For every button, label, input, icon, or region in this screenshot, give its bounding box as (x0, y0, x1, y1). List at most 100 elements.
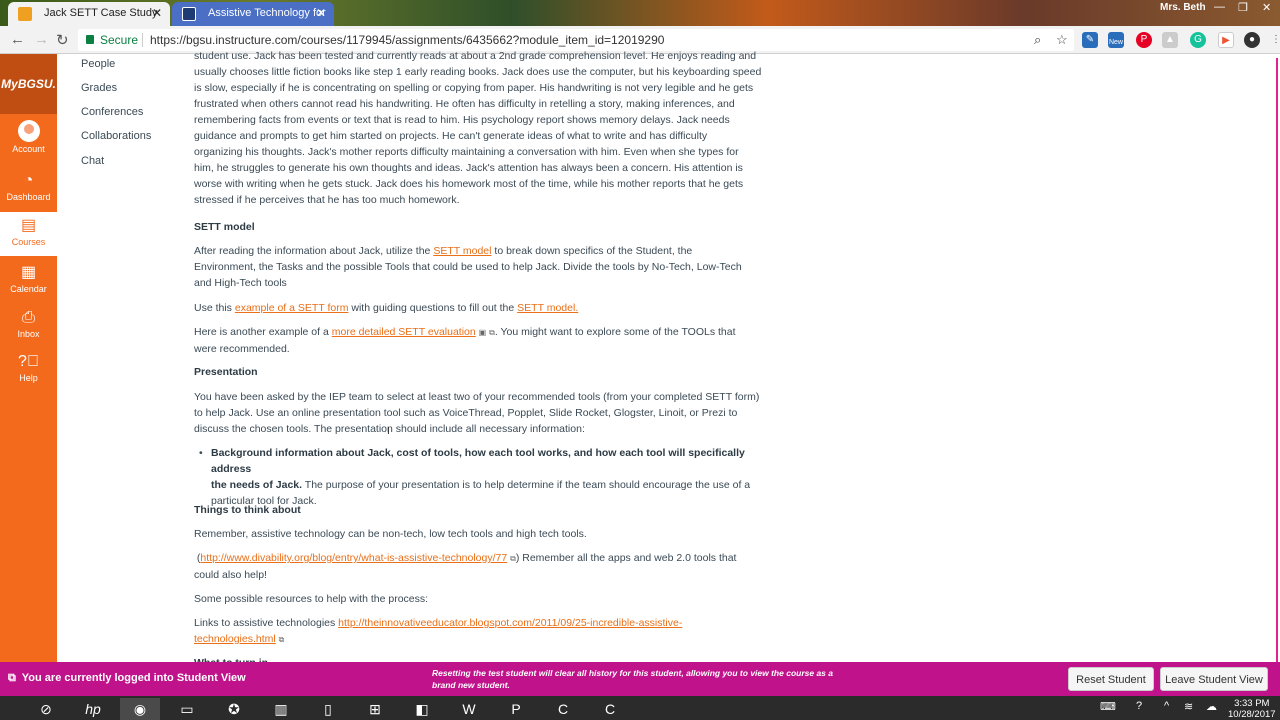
preview-document-icon[interactable]: ▣ (479, 328, 487, 337)
student-view-message: ⧉ You are currently logged into Student … (8, 672, 246, 685)
maximize-icon[interactable]: ❐ (1238, 1, 1248, 14)
divability-link[interactable]: http://www.divability.org/blog/entry/wha… (200, 552, 507, 564)
clock-time: 3:33 PM (1234, 698, 1270, 709)
onedrive-icon[interactable]: ☁ (1206, 700, 1217, 713)
minimize-icon[interactable]: — (1214, 1, 1225, 13)
hp-icon[interactable]: hp (73, 698, 113, 720)
text-line: remembering facts from events or text th… (194, 114, 730, 126)
keyboard-icon[interactable]: ⌨ (1100, 700, 1116, 713)
things-paragraph-1: Remember, assistive technology can be no… (194, 528, 587, 540)
links-paragraph: Links to assistive technologies http://t… (194, 615, 768, 648)
reset-note: Resetting the test student will clear al… (432, 668, 833, 690)
app-icon[interactable]: ✪ (214, 698, 254, 720)
close-tab-icon[interactable]: ✕ (152, 2, 162, 24)
drive-icon[interactable]: ▲ (1162, 32, 1178, 48)
forward-icon[interactable]: → (34, 31, 49, 48)
account-avatar (17, 120, 40, 142)
close-tab-icon[interactable]: ✕ (316, 2, 326, 24)
nav-label: Account (12, 144, 45, 154)
divider (142, 33, 143, 47)
course-nav-conferences[interactable]: Conferences (81, 106, 143, 118)
star-icon[interactable]: ☆ (1056, 29, 1068, 51)
detailed-sett-evaluation-link[interactable]: more detailed SETT evaluation (332, 326, 476, 338)
text-span: Here is another example of a (194, 326, 332, 338)
menu-icon[interactable]: ⋮ (1268, 32, 1280, 48)
presentation-heading: Presentation (194, 366, 258, 378)
help-tray-icon[interactable]: ? (1136, 700, 1142, 712)
tray-expand-icon[interactable]: ^ (1164, 700, 1169, 712)
text-line: You have been asked by the IEP team to s… (194, 391, 760, 403)
nav-dashboard[interactable]: ◔ Dashboard (0, 172, 57, 202)
course-nav-chat[interactable]: Chat (81, 155, 104, 167)
sett-model-link[interactable]: SETT model (433, 245, 491, 257)
text-line: frustrated when others cannot read his h… (194, 98, 735, 110)
recorder-icon[interactable]: C (590, 698, 630, 720)
help-icon: ?⃝ (18, 353, 39, 370)
text-span: The purpose of your presentation is to h… (302, 479, 751, 491)
reload-icon[interactable]: ↻ (56, 31, 69, 49)
text-span: Links to assistive technologies (194, 617, 339, 629)
bgsu-logo[interactable]: MyBGSU. (0, 54, 57, 114)
external-link-icon: ⧉ (278, 635, 285, 644)
tab-assistive-technology[interactable]: Assistive Technology for ✕ (172, 2, 334, 26)
file-explorer-icon[interactable]: ▭ (167, 698, 207, 720)
text-line: were recommended. (194, 343, 290, 355)
text-span: After reading the information about Jack… (194, 245, 434, 257)
document-icon[interactable]: ▯ (308, 698, 348, 720)
back-icon[interactable]: ← (10, 31, 25, 48)
nav-courses[interactable]: ▤ Courses (0, 212, 57, 256)
innovative-educator-link[interactable]: http://theinnovativeeducator.blogspot.co… (338, 617, 682, 629)
nav-inbox[interactable]: ⎙ Inbox (0, 309, 57, 339)
system-clock[interactable]: 3:33 PM 10/28/2017 (1228, 698, 1276, 720)
clock-date: 10/28/2017 (1228, 709, 1276, 720)
start-icon[interactable]: ⊘ (26, 698, 66, 720)
bullet-dot: • (199, 447, 203, 459)
chrome-icon[interactable]: ◉ (120, 698, 160, 720)
reset-student-button[interactable]: Reset Student (1068, 667, 1154, 691)
innovative-educator-link-cont[interactable]: technologies.html (194, 633, 276, 645)
sett-form-example-link[interactable]: example of a SETT form (235, 302, 349, 314)
student-view-bar: ⧉ You are currently logged into Student … (0, 662, 1280, 696)
nav-label: Courses (11, 237, 46, 247)
sett-heading: SETT model (194, 221, 255, 233)
message-text: You are currently logged into Student Vi… (21, 672, 246, 684)
word-icon[interactable]: W (449, 698, 489, 720)
course-nav-people[interactable]: People (81, 58, 115, 70)
text-line: is slow, especially if he is concentrati… (194, 82, 754, 94)
dark-extension-icon[interactable]: ● (1244, 32, 1260, 48)
nav-label: Dashboard (6, 192, 51, 202)
sett-paragraph-3: Here is another example of a more detail… (194, 324, 768, 357)
course-nav-collaborations[interactable]: Collaborations (81, 130, 151, 142)
tab-jack-sett[interactable]: Jack SETT Case Study ✕ (8, 2, 170, 26)
sett-paragraph-2: Use this example of a SETT form with gui… (194, 300, 768, 316)
text-line: organizing his thoughts. Jack's mother r… (194, 146, 739, 158)
nav-account[interactable]: Account (0, 120, 57, 154)
resources-paragraph: Some possible resources to help with the… (194, 593, 429, 605)
text-line: discuss the chosen tools. The presentati… (194, 423, 585, 435)
pinterest-icon[interactable]: P (1136, 32, 1152, 48)
leave-student-view-button[interactable]: Leave Student View (1160, 667, 1268, 691)
grammarly-icon[interactable]: G (1190, 32, 1206, 48)
sett-model-link-2[interactable]: SETT model. (517, 302, 578, 314)
text-line: stressed if he perceives that he has too… (194, 194, 460, 206)
wifi-icon[interactable]: ≋ (1184, 700, 1193, 713)
powerpoint-icon[interactable]: P (496, 698, 536, 720)
text-span: . You might want to explore some of the … (494, 326, 736, 338)
new-extension-icon[interactable]: New (1108, 32, 1124, 48)
text-line: and High-Tech tools (194, 277, 287, 289)
text-span: with guiding questions to fill out the (348, 302, 518, 314)
screencastify-icon[interactable]: ▶ (1218, 32, 1234, 48)
camtasia-icon[interactable]: C (543, 698, 583, 720)
photos-icon[interactable]: ◧ (402, 698, 442, 720)
text-line: him, he struggles to generate his own th… (194, 162, 743, 174)
window-user-name[interactable]: Mrs. Beth (1160, 2, 1206, 13)
calculator-icon[interactable]: ▥ (261, 698, 301, 720)
apps-grid-icon[interactable]: ⊞ (355, 698, 395, 720)
zoom-search-icon[interactable]: ⌕ (1034, 29, 1041, 51)
nav-label: Calendar (10, 284, 47, 294)
nav-calendar[interactable]: ▦ Calendar (0, 264, 57, 294)
pen-extension-icon[interactable]: ✎ (1082, 32, 1098, 48)
nav-help[interactable]: ?⃝ Help (0, 353, 57, 383)
close-window-icon[interactable]: ✕ (1262, 1, 1271, 14)
course-nav-grades[interactable]: Grades (81, 82, 117, 94)
